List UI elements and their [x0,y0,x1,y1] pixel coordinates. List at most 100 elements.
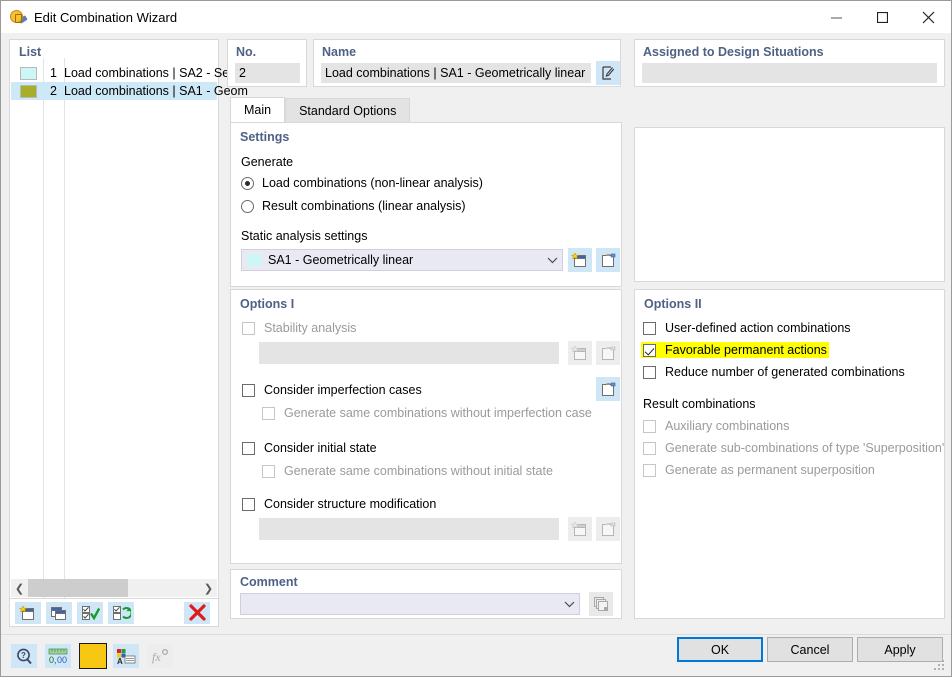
scrollbar-track[interactable] [28,579,200,597]
consider-structure-modification-label: Consider structure modification [264,497,437,511]
radio-load-combinations[interactable]: Load combinations (non-linear analysis) [241,176,483,190]
copy-stack-icon [589,592,613,616]
fx-formula-icon: fx [147,644,173,668]
checkbox-consider-imperfection-cases[interactable]: Consider imperfection cases [242,383,422,397]
static-analysis-color-swatch [247,254,261,266]
minimize-icon[interactable] [813,1,859,33]
radio-load-combinations-label: Load combinations (non-linear analysis) [262,176,483,190]
generate-without-imperfection-label: Generate same combinations without imper… [284,406,592,420]
checkbox-reduce-number-of-generated-combinations[interactable]: Reduce number of generated combinations [643,365,905,379]
scrollbar-thumb[interactable] [28,579,128,597]
delete-combination-button[interactable] [184,601,210,624]
checkbox-off-icon [242,321,255,335]
radio-result-combinations-label: Result combinations (linear analysis) [262,199,466,213]
checkbox-favorable-permanent-actions[interactable]: Favorable permanent actions [641,342,829,358]
options-1-title: Options I [240,297,295,311]
display-properties-button[interactable]: A [113,644,139,668]
options-2-title: Options II [644,297,702,311]
edit-stability-case-button [596,341,620,365]
list-item[interactable]: 1 Load combinations | SA2 - Secon [11,64,249,82]
static-analysis-label: Static analysis settings [241,229,368,243]
list-panel-title: List [19,45,42,59]
cancel-button[interactable]: Cancel [767,637,853,662]
name-panel: Name Load combinations | SA1 - Geometric… [313,39,621,87]
tab-strip: Main Standard Options [230,97,411,123]
list-rows: 1 Load combinations | SA2 - Secon 2 Load… [11,64,249,578]
generate-without-initial-state-label: Generate same combinations without initi… [284,464,553,478]
units-button[interactable]: 0, 00 [45,644,71,668]
chevron-down-icon[interactable] [559,601,579,608]
checkbox-off-icon [262,464,275,478]
generate-label: Generate [241,155,294,169]
tab-standard-options[interactable]: Standard Options [285,98,411,123]
copy-combination-button[interactable] [46,601,72,624]
svg-text:0,: 0, [49,655,57,665]
list-item-color-swatch [20,66,37,80]
resize-grip[interactable] [934,660,946,672]
reduce-number-label: Reduce number of generated combinations [665,365,905,379]
checkbox-off-icon [643,321,656,335]
checkbox-generate-sub-combinations: Generate sub-combinations of type 'Super… [643,441,944,455]
checkbox-off-icon [242,383,255,397]
settings-panel: Settings Generate Load combinations (non… [230,122,622,287]
favorable-permanent-actions-label: Favorable permanent actions [665,343,827,357]
checkbox-stability-analysis: Stability analysis [242,321,356,335]
window-controls [813,1,951,33]
comment-combobox[interactable] [240,593,580,615]
static-analysis-combobox[interactable]: SA1 - Geometrically linear [241,249,563,271]
structure-modification-field [259,518,559,540]
list-horizontal-scrollbar[interactable]: ❮ ❯ [11,579,217,597]
checkbox-generate-as-permanent-superposition: Generate as permanent superposition [643,463,875,477]
scroll-right-arrow-icon[interactable]: ❯ [200,579,217,597]
list-item-color-swatch [20,84,37,98]
edit-structure-modification-button [596,517,620,541]
consider-initial-state-label: Consider initial state [264,441,377,455]
title-bar: Edit Combination Wizard [1,1,951,33]
radio-on-icon [241,176,254,190]
edit-imperfection-case-button[interactable] [596,377,620,401]
number-input[interactable]: 2 [235,63,300,83]
chevron-down-icon[interactable] [542,257,562,264]
assigned-input[interactable] [642,63,937,83]
list-panel: List 1 Load combinations | SA2 - Secon 2… [9,39,249,599]
assigned-label: Assigned to Design Situations [643,45,824,59]
checkbox-consider-structure-modification[interactable]: Consider structure modification [242,497,436,511]
comment-title: Comment [240,575,298,589]
edit-static-analysis-button[interactable] [596,248,620,272]
radio-result-combinations[interactable]: Result combinations (linear analysis) [241,199,466,213]
tab-main[interactable]: Main [230,97,286,123]
name-input[interactable]: Load combinations | SA1 - Geometrically … [321,63,591,83]
select-all-button[interactable] [77,601,103,624]
checkbox-user-defined-action-combinations[interactable]: User-defined action combinations [643,321,851,335]
edit-name-icon[interactable] [596,61,620,85]
combination-wizard-icon [9,8,28,26]
consider-imperfection-label: Consider imperfection cases [264,383,422,397]
generate-sub-combinations-label: Generate sub-combinations of type 'Super… [665,441,945,455]
checkbox-off-icon [643,419,656,433]
help-button[interactable]: ? [11,644,37,668]
close-icon[interactable] [905,1,951,33]
new-static-analysis-button[interactable] [568,248,592,272]
checkbox-off-icon [262,406,275,420]
list-item[interactable]: 2 Load combinations | SA1 - Geom [11,82,248,100]
window-title: Edit Combination Wizard [34,9,178,25]
checkbox-off-icon [242,497,255,511]
invert-selection-button[interactable] [108,601,134,624]
new-combination-button[interactable] [15,601,41,624]
new-stability-case-button [568,341,592,365]
scroll-left-arrow-icon[interactable]: ❮ [11,579,28,597]
svg-text:A: A [117,657,123,665]
maximize-icon[interactable] [859,1,905,33]
checkbox-off-icon [643,463,656,477]
checkbox-consider-initial-state[interactable]: Consider initial state [242,441,377,455]
apply-button[interactable]: Apply [857,637,943,662]
color-button[interactable] [79,643,107,669]
list-item-label: Load combinations | SA1 - Geom [64,84,248,98]
name-label: Name [322,45,357,59]
ok-button[interactable]: OK [677,637,763,662]
result-combinations-label: Result combinations [643,397,756,411]
svg-text:fx: fx [152,650,161,664]
user-defined-action-combinations-label: User-defined action combinations [665,321,851,335]
checkbox-generate-without-initial-state: Generate same combinations without initi… [262,464,553,478]
checkbox-off-icon [643,441,656,455]
